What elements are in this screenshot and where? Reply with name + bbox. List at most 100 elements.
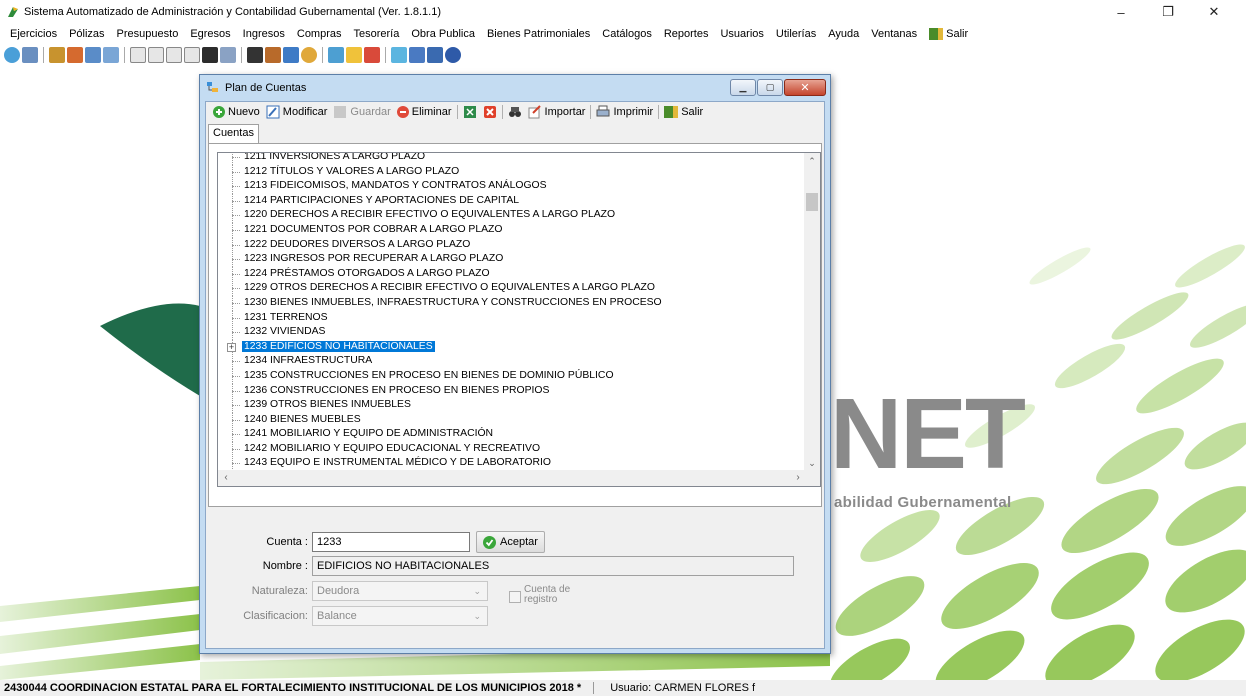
maximize-button[interactable]: ❐: [1146, 0, 1190, 24]
calculator-icon[interactable]: [328, 47, 344, 63]
excel-icon: [463, 106, 476, 118]
imprimir-button[interactable]: Imprimir: [593, 105, 656, 119]
chart-icon[interactable]: [364, 47, 380, 63]
eliminar-button[interactable]: Eliminar: [394, 106, 455, 118]
menu-polizas[interactable]: Pólizas: [63, 28, 110, 40]
tree-row[interactable]: 1229 OTROS DERECHOS A RECIBIR EFECTIVO O…: [218, 281, 806, 297]
tree-vertical-scrollbar[interactable]: ⌃ ⌄: [804, 153, 820, 471]
add-icon: [213, 106, 225, 118]
tree-row[interactable]: 1231 TERRENOS: [218, 310, 806, 326]
salir-button[interactable]: Salir: [661, 106, 706, 118]
tree-connector-dots: [232, 302, 240, 304]
excel-export-button[interactable]: [460, 105, 480, 119]
tree-row[interactable]: 1211 INVERSIONES A LARGO PLAZO: [218, 153, 806, 165]
tree-row[interactable]: 1222 DEUDORES DIVERSOS A LARGO PLAZO: [218, 237, 806, 253]
accounts-tree[interactable]: 1211 INVERSIONES A LARGO PLAZO 1212 TÍTUL…: [217, 152, 821, 487]
tree-row[interactable]: 1239 OTROS BIENES INMUEBLES: [218, 398, 806, 414]
tree-row-label: 1239 OTROS BIENES INMUEBLES: [244, 399, 411, 411]
menu-presupuesto[interactable]: Presupuesto: [111, 28, 185, 40]
menu-obra-publica[interactable]: Obra Publica: [405, 28, 481, 40]
menu-catalogos[interactable]: Catálogos: [596, 28, 658, 40]
tree-row[interactable]: 1230 BIENES INMUEBLES, INFRAESTRUCTURA Y…: [218, 295, 806, 311]
menu-ayuda[interactable]: Ayuda: [822, 28, 865, 40]
modificar-button[interactable]: Modificar: [263, 105, 331, 119]
tree-row[interactable]: 1214 PARTICIPACIONES Y APORTACIONES DE C…: [218, 193, 806, 209]
form-icon[interactable]: [85, 47, 101, 63]
nuevo-button[interactable]: Nuevo: [210, 106, 263, 118]
tree-row[interactable]: 1241 MOBILIARIO Y EQUIPO DE ADMINISTRACI…: [218, 427, 806, 443]
search-doc-icon[interactable]: [220, 47, 236, 63]
menu-compras[interactable]: Compras: [291, 28, 348, 40]
tree-row-label: 1229 OTROS DERECHOS A RECIBIR EFECTIVO O…: [244, 282, 655, 294]
tree-row[interactable]: 1234 INFRAESTRUCTURA: [218, 354, 806, 370]
table-icon[interactable]: [103, 47, 119, 63]
scroll-up-arrow-icon[interactable]: ⌃: [804, 153, 820, 169]
menu-ventanas[interactable]: Ventanas: [865, 28, 923, 40]
tree-row[interactable]: 1220 DERECHOS A RECIBIR EFECTIVO O EQUIV…: [218, 208, 806, 224]
tree-row[interactable]: +1233 EDIFICIOS NO HABITACIONALES: [218, 339, 806, 355]
menu-egresos[interactable]: Egresos: [184, 28, 236, 40]
dialog-minimize-button[interactable]: ▁: [730, 79, 756, 96]
menu-ingresos[interactable]: Ingresos: [237, 28, 291, 40]
help-icon[interactable]: [445, 47, 461, 63]
dialog-maximize-button[interactable]: ▢: [757, 79, 783, 96]
users-icon[interactable]: [409, 47, 425, 63]
report-p-icon[interactable]: [184, 47, 200, 63]
expand-plus-icon[interactable]: +: [227, 342, 236, 352]
tree-row[interactable]: 1242 MOBILIARIO Y EQUIPO EDUCACIONAL Y R…: [218, 441, 806, 457]
tree-row[interactable]: 1240 BIENES MUEBLES: [218, 412, 806, 428]
cuenta-input[interactable]: 1233: [312, 532, 470, 552]
tree-row[interactable]: 1221 DOCUMENTOS POR COBRAR A LARGO PLAZO: [218, 222, 806, 238]
report-c-icon[interactable]: [130, 47, 146, 63]
guardar-button[interactable]: Guardar: [330, 105, 393, 119]
menu-utilerias[interactable]: Utilerías: [770, 28, 822, 40]
tools-icon[interactable]: [265, 47, 281, 63]
menu-bienes-patrimoniales[interactable]: Bienes Patrimoniales: [481, 28, 596, 40]
tree-row[interactable]: 1243 EQUIPO E INSTRUMENTAL MÉDICO Y DE L…: [218, 456, 806, 472]
tree-row[interactable]: 1232 VIVIENDAS: [218, 325, 806, 341]
tree-icon[interactable]: [391, 47, 407, 63]
tree-row[interactable]: 1236 CONSTRUCCIONES EN PROCESO EN BIENES…: [218, 383, 806, 399]
tree-row[interactable]: 1224 PRÉSTAMOS OTORGADOS A LARGO PLAZO: [218, 266, 806, 282]
key-icon[interactable]: [346, 47, 362, 63]
minimize-button[interactable]: –: [1099, 0, 1143, 24]
menu-ejercicios[interactable]: Ejercicios: [4, 28, 63, 40]
ledger-icon[interactable]: [202, 47, 218, 63]
menu-tesoreria[interactable]: Tesorería: [348, 28, 406, 40]
tree-row[interactable]: 1212 TÍTULOS Y VALORES A LARGO PLAZO: [218, 164, 806, 180]
stamp-icon[interactable]: [283, 47, 299, 63]
menu-reportes[interactable]: Reportes: [658, 28, 715, 40]
document-icon[interactable]: [22, 47, 38, 63]
scroll-left-arrow-icon[interactable]: ‹: [218, 470, 234, 486]
cancel-button[interactable]: [480, 105, 500, 119]
tab-cuentas[interactable]: Cuentas: [208, 124, 259, 144]
wallet-icon[interactable]: [49, 47, 65, 63]
tree-row[interactable]: 1213 FIDEICOMISOS, MANDATOS Y CONTRATOS …: [218, 179, 806, 195]
binoculars-icon: [508, 107, 521, 117]
clipboard-icon[interactable]: [247, 47, 263, 63]
coins-icon[interactable]: [301, 47, 317, 63]
transfer-icon[interactable]: [67, 47, 83, 63]
tree-row[interactable]: 1223 INGRESOS POR RECUPERAR A LARGO PLAZ…: [218, 252, 806, 268]
tree-row-label: 1232 VIVIENDAS: [244, 326, 326, 338]
dialog-titlebar[interactable]: Plan de Cuentas ▁ ▢ ✕: [200, 75, 830, 101]
find-button[interactable]: [505, 105, 525, 119]
cuenta-registro-checkbox[interactable]: [509, 591, 521, 603]
close-window-button[interactable]: ✕: [1192, 0, 1236, 24]
naturaleza-select[interactable]: Deudora ⌄: [312, 581, 488, 601]
tree-horizontal-scrollbar[interactable]: ‹ ›: [218, 470, 806, 486]
scroll-thumb[interactable]: [806, 193, 818, 211]
importar-button[interactable]: Importar: [525, 105, 589, 119]
report-e-icon[interactable]: [166, 47, 182, 63]
tree-connector-dots: [232, 390, 240, 392]
refresh-icon[interactable]: [4, 47, 20, 63]
scroll-down-arrow-icon[interactable]: ⌄: [804, 455, 820, 471]
menu-usuarios[interactable]: Usuarios: [714, 28, 769, 40]
clasificacion-select[interactable]: Balance ⌄: [312, 606, 488, 626]
menu-salir[interactable]: Salir: [923, 28, 974, 40]
report-d-icon[interactable]: [148, 47, 164, 63]
aceptar-button[interactable]: Aceptar: [476, 531, 545, 553]
dialog-close-button[interactable]: ✕: [784, 79, 826, 96]
tree-row[interactable]: 1235 CONSTRUCCIONES EN PROCESO EN BIENES…: [218, 368, 806, 384]
settings-icon[interactable]: [427, 47, 443, 63]
